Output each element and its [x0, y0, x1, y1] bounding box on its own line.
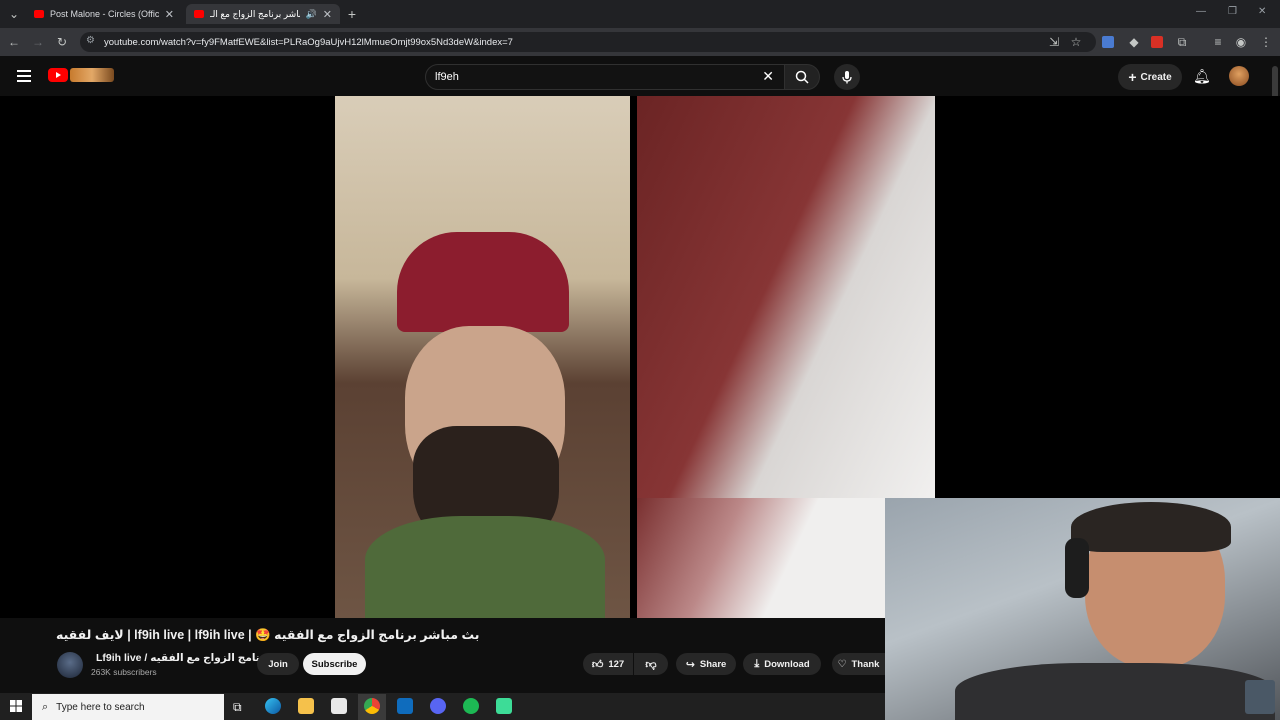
download-label: Download [764, 658, 810, 670]
reload-icon[interactable]: ↻ [54, 34, 70, 50]
account-avatar[interactable] [1229, 66, 1249, 86]
install-icon[interactable]: ⇲ [1046, 34, 1062, 50]
spotify-app-icon[interactable] [463, 698, 479, 714]
browser-menu-icon[interactable]: ⋮ [1258, 34, 1274, 50]
search-value: lf9eh [435, 71, 459, 83]
taskbar-search-box[interactable]: ⌕ Type here to search [32, 694, 224, 720]
new-tab-icon[interactable]: + [344, 6, 360, 22]
file-explorer-icon[interactable] [298, 698, 314, 714]
channel-avatar[interactable] [57, 652, 83, 678]
video-right-panel [637, 96, 935, 498]
youtube-logo-icon[interactable] [48, 68, 68, 82]
windows-start-icon[interactable] [10, 700, 22, 712]
video-right-panel-lower [637, 498, 885, 618]
heart-dollar-icon: ♡ [837, 658, 847, 670]
tab-title: Post Malone - Circles (Official M [50, 9, 159, 19]
video-left-panel [335, 96, 630, 618]
speaker-icon[interactable]: 🔊 [306, 9, 317, 20]
microphone-icon [842, 71, 852, 84]
download-arrow-icon: ⤓ [754, 657, 760, 670]
green-robe [365, 516, 605, 618]
share-button[interactable]: ↪ Share [676, 653, 736, 675]
voice-search-button[interactable] [834, 64, 860, 90]
youtube-favicon-icon [194, 10, 204, 18]
like-count: 127 [608, 658, 625, 670]
tab-post-malone[interactable]: Post Malone - Circles (Official M ✕ [26, 4, 182, 24]
join-label: Join [268, 658, 288, 670]
translate-extension-icon[interactable] [1102, 36, 1114, 48]
search-icon [795, 70, 809, 84]
close-icon[interactable]: ✕ [165, 8, 174, 21]
address-bar[interactable]: ⚙ youtube.com/watch?v=fy9FMatfEWE&list=P… [80, 32, 1096, 52]
tab-title: بث مباشر برنامج الزواج مع الـ [210, 8, 300, 19]
store-app-icon[interactable] [331, 698, 347, 714]
tab-search-icon[interactable]: ⌄ [6, 6, 22, 22]
back-icon[interactable]: ← [6, 34, 22, 50]
discord-app-icon[interactable] [430, 698, 446, 714]
plus-icon: + [1128, 69, 1137, 85]
edge-app-icon[interactable] [265, 698, 281, 714]
youtube-doodle-icon[interactable] [70, 68, 114, 82]
thumbs-up-icon: 👍︎ [591, 658, 604, 671]
task-view-icon[interactable]: ⧉ [233, 700, 242, 715]
share-arrow-icon: ↪ [685, 658, 695, 671]
join-button[interactable]: Join [257, 653, 299, 675]
url-text: youtube.com/watch?v=fy9FMatfEWE&list=PLR… [104, 36, 513, 48]
search-button[interactable] [784, 64, 820, 90]
channel-name: Lf9ih live / برنامج الزواج مع الفقيه [96, 652, 271, 664]
webcam-shirt [955, 663, 1275, 720]
video-title: لايف لفقيه | lf9ih live | lf9ih live | 🤩… [56, 628, 480, 642]
forward-icon[interactable]: → [30, 34, 46, 50]
webcam-mini-thumbnail [1245, 680, 1275, 714]
share-label: Share [699, 658, 727, 670]
search-icon: ⌕ [42, 700, 49, 713]
notifications-bell-icon[interactable]: 🔔︎ [1193, 68, 1211, 85]
like-button[interactable]: 👍︎ 127 [583, 653, 633, 675]
webcam-overlay [885, 498, 1280, 720]
dislike-button[interactable]: 👎︎ [634, 653, 668, 675]
extensions-puzzle-icon[interactable]: ⧉ [1174, 34, 1190, 50]
minimize-icon[interactable]: — [1196, 6, 1206, 17]
extension-red-icon[interactable] [1151, 36, 1163, 48]
tab-live-show[interactable]: بث مباشر برنامج الزواج مع الـ 🔊 ✕ [186, 4, 340, 24]
bookmark-star-icon[interactable]: ☆ [1068, 34, 1084, 50]
close-icon[interactable]: ✕ [323, 8, 332, 21]
thumbs-down-icon: 👎︎ [645, 658, 657, 671]
subscribe-label: Subscribe [311, 658, 358, 670]
headphones-icon [1065, 538, 1089, 598]
webcam-hair [1071, 502, 1231, 552]
extension-diamond-icon[interactable]: ◆ [1126, 34, 1142, 50]
red-fez-hat [397, 232, 569, 332]
youtube-favicon-icon [34, 10, 44, 18]
subscribe-button[interactable]: Subscribe [303, 653, 366, 675]
window-close-icon[interactable]: ✕ [1258, 6, 1266, 17]
thanks-label: Thank [851, 658, 880, 670]
subscriber-count: 263K subscribers [91, 667, 157, 677]
restore-icon[interactable]: ❐ [1228, 6, 1237, 17]
profile-icon[interactable]: ◉ [1233, 34, 1249, 50]
download-button[interactable]: ⤓ Download [743, 653, 821, 675]
taskbar-search-placeholder: Type here to search [56, 701, 145, 713]
media-controls-icon[interactable]: ≡ [1210, 34, 1226, 50]
thanks-button[interactable]: ♡ Thank [832, 653, 885, 675]
outlook-app-icon[interactable] [397, 698, 413, 714]
site-info-icon[interactable]: ⚙ [86, 35, 95, 46]
create-button[interactable]: + Create [1118, 64, 1182, 90]
green-app-icon[interactable] [496, 698, 512, 714]
search-input[interactable]: lf9eh ✕ [425, 64, 785, 90]
guide-menu-icon[interactable] [17, 70, 31, 82]
clear-search-icon[interactable]: ✕ [762, 68, 774, 85]
chrome-app-icon[interactable] [364, 698, 380, 714]
create-label: Create [1140, 71, 1172, 83]
